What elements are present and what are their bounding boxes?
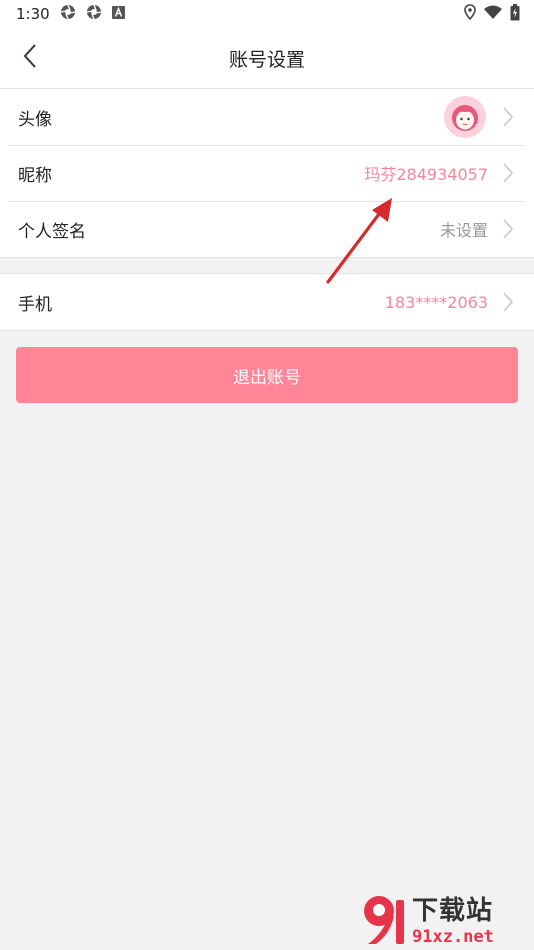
signature-row[interactable]: 个人签名 未设置 xyxy=(0,201,534,257)
watermark: 下载站 91xz.net xyxy=(360,888,530,948)
chevron-right-icon xyxy=(502,106,516,128)
logout-button[interactable]: 退出账号 xyxy=(16,347,518,403)
phone-row[interactable]: 手机 183****2063 xyxy=(0,274,534,330)
watermark-brand: 下载站 xyxy=(412,896,494,926)
row-label-phone: 手机 xyxy=(18,294,52,315)
status-bar-right xyxy=(464,3,520,25)
status-time: 1:30 xyxy=(16,5,50,23)
a-box-icon xyxy=(111,5,125,23)
aperture-icon xyxy=(60,4,76,24)
avatar-row[interactable]: 头像 xyxy=(0,89,534,145)
location-icon xyxy=(464,4,476,24)
annotation-arrow xyxy=(326,198,392,284)
watermark-text: 下载站 91xz.net xyxy=(412,896,494,948)
chevron-right-icon xyxy=(502,162,516,184)
status-bar: 1:30 xyxy=(0,0,534,28)
aperture-icon xyxy=(86,4,102,24)
nickname-row[interactable]: 昵称 玛芬284934057 xyxy=(0,145,534,201)
profile-settings-group: 头像 昵称 玛芬284934057 个人签名 未设置 xyxy=(0,88,534,258)
status-bar-left: 1:30 xyxy=(16,4,125,24)
contact-settings-group: 手机 183****2063 xyxy=(0,273,534,331)
page-title: 账号设置 xyxy=(228,48,305,71)
header-bar: 账号设置 xyxy=(0,28,534,88)
row-label-nickname: 昵称 xyxy=(18,165,52,186)
nickname-value: 玛芬284934057 xyxy=(364,165,488,184)
chevron-right-icon xyxy=(502,291,516,313)
chevron-right-icon xyxy=(502,218,516,240)
avatar[interactable] xyxy=(444,96,486,138)
wifi-icon xyxy=(484,5,502,23)
phone-value: 183****2063 xyxy=(384,292,488,312)
watermark-url: 91xz.net xyxy=(412,927,494,947)
watermark-logo xyxy=(360,890,408,948)
row-label-avatar: 头像 xyxy=(18,109,52,130)
back-button[interactable] xyxy=(14,42,46,74)
signature-value: 未设置 xyxy=(439,221,488,240)
chevron-left-icon xyxy=(22,43,38,73)
battery-icon xyxy=(510,3,520,25)
